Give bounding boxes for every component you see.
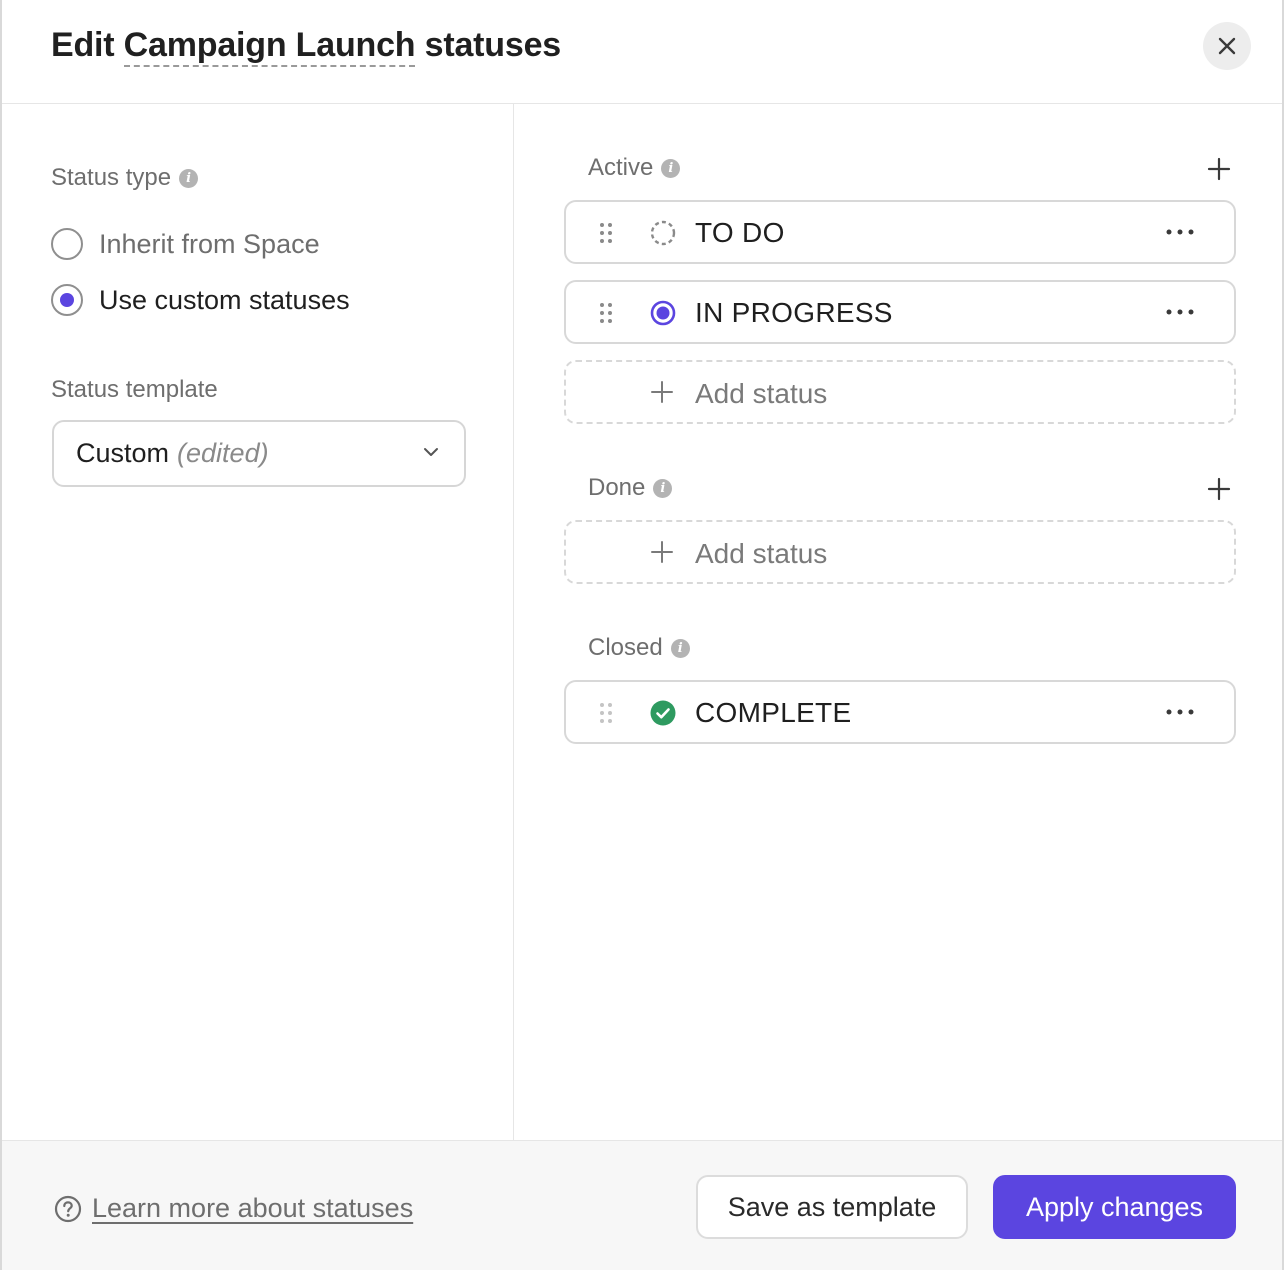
- status-row-complete[interactable]: COMPLETE: [564, 680, 1236, 744]
- radio-inherit-from-space[interactable]: Inherit from Space: [51, 228, 320, 260]
- title-prefix: Edit: [51, 26, 115, 64]
- close-button[interactable]: [1203, 22, 1251, 70]
- group-label: Active: [588, 154, 654, 181]
- status-template-heading: Status template: [51, 376, 218, 404]
- dashed-circle-icon[interactable]: [650, 220, 676, 246]
- group-closed-heading: Closed i: [588, 634, 1236, 662]
- add-done-status-button[interactable]: [1202, 472, 1236, 506]
- radio-button[interactable]: [51, 284, 83, 316]
- radio-button[interactable]: [51, 228, 83, 260]
- status-row-in-progress[interactable]: IN PROGRESS: [564, 280, 1236, 344]
- dialog-footer: Learn more about statuses Save as templa…: [2, 1140, 1282, 1270]
- add-status-label: Add status: [695, 538, 828, 569]
- template-name: Custom: [76, 438, 170, 468]
- status-name[interactable]: COMPLETE: [695, 697, 851, 729]
- drag-handle-icon[interactable]: [599, 222, 613, 244]
- radio-label: Inherit from Space: [99, 228, 320, 259]
- group-active-header: Active i: [588, 154, 1236, 184]
- status-options-button[interactable]: [1160, 298, 1200, 326]
- status-type-panel: Status type i Inherit from Space Use cus…: [2, 104, 514, 1140]
- list-name-link[interactable]: Campaign Launch: [123, 26, 416, 67]
- group-label: Closed: [588, 634, 663, 661]
- select-value: Custom (edited): [76, 438, 269, 469]
- group-active-heading: Active i: [588, 154, 1236, 182]
- edit-statuses-dialog: Edit Campaign Launch statuses Status typ…: [0, 0, 1284, 1270]
- group-closed-header: Closed i: [588, 634, 1236, 664]
- info-icon[interactable]: i: [661, 158, 681, 178]
- status-type-label: Status type: [51, 164, 172, 191]
- drag-handle-icon[interactable]: [599, 302, 613, 324]
- add-done-status-row[interactable]: Add status: [564, 520, 1236, 584]
- group-done-header: Done i: [588, 474, 1236, 504]
- status-template-label: Status template: [51, 376, 218, 403]
- radio-use-custom-statuses[interactable]: Use custom statuses: [51, 284, 350, 316]
- plus-icon: [1207, 157, 1231, 181]
- info-icon[interactable]: i: [670, 638, 690, 658]
- status-name[interactable]: IN PROGRESS: [695, 297, 893, 329]
- status-options-button[interactable]: [1160, 218, 1200, 246]
- check-circle-icon[interactable]: [650, 700, 676, 726]
- group-done-heading: Done i: [588, 474, 1236, 502]
- group-label: Done: [588, 474, 646, 501]
- save-as-template-button[interactable]: Save as template: [696, 1175, 968, 1239]
- dialog-header: Edit Campaign Launch statuses: [2, 0, 1282, 104]
- plus-icon: [651, 381, 673, 403]
- apply-changes-button[interactable]: Apply changes: [993, 1175, 1236, 1239]
- statuses-panel: Active i TO DO IN PROGRESS Add status Do…: [515, 104, 1282, 1140]
- status-name[interactable]: TO DO: [695, 217, 785, 249]
- close-icon: [1218, 37, 1236, 55]
- add-active-status-button[interactable]: [1202, 152, 1236, 186]
- template-edited-suffix: (edited): [177, 438, 269, 468]
- add-status-label: Add status: [695, 378, 828, 409]
- help-circle-icon: [54, 1195, 82, 1222]
- status-template-select[interactable]: Custom (edited): [52, 420, 466, 487]
- radio-label: Use custom statuses: [99, 284, 350, 315]
- learn-more-text[interactable]: Learn more about statuses: [92, 1193, 413, 1224]
- status-options-button[interactable]: [1160, 698, 1200, 726]
- info-icon[interactable]: i: [179, 168, 199, 188]
- plus-icon: [651, 541, 673, 563]
- add-active-status-row[interactable]: Add status: [564, 360, 1236, 424]
- plus-icon: [1207, 477, 1231, 501]
- dialog-title: Edit Campaign Launch statuses: [51, 26, 562, 67]
- info-icon[interactable]: i: [653, 478, 673, 498]
- more-horizontal-icon: [1166, 309, 1194, 315]
- more-horizontal-icon: [1166, 229, 1194, 235]
- learn-more-link[interactable]: Learn more about statuses: [54, 1193, 413, 1224]
- more-horizontal-icon: [1166, 709, 1194, 715]
- status-row-to-do[interactable]: TO DO: [564, 200, 1236, 264]
- in-progress-circle-icon[interactable]: [650, 300, 676, 326]
- chevron-down-icon: [424, 448, 438, 456]
- status-type-heading: Status type i: [51, 164, 199, 192]
- drag-handle-icon[interactable]: [599, 702, 613, 724]
- title-suffix: statuses: [424, 26, 562, 64]
